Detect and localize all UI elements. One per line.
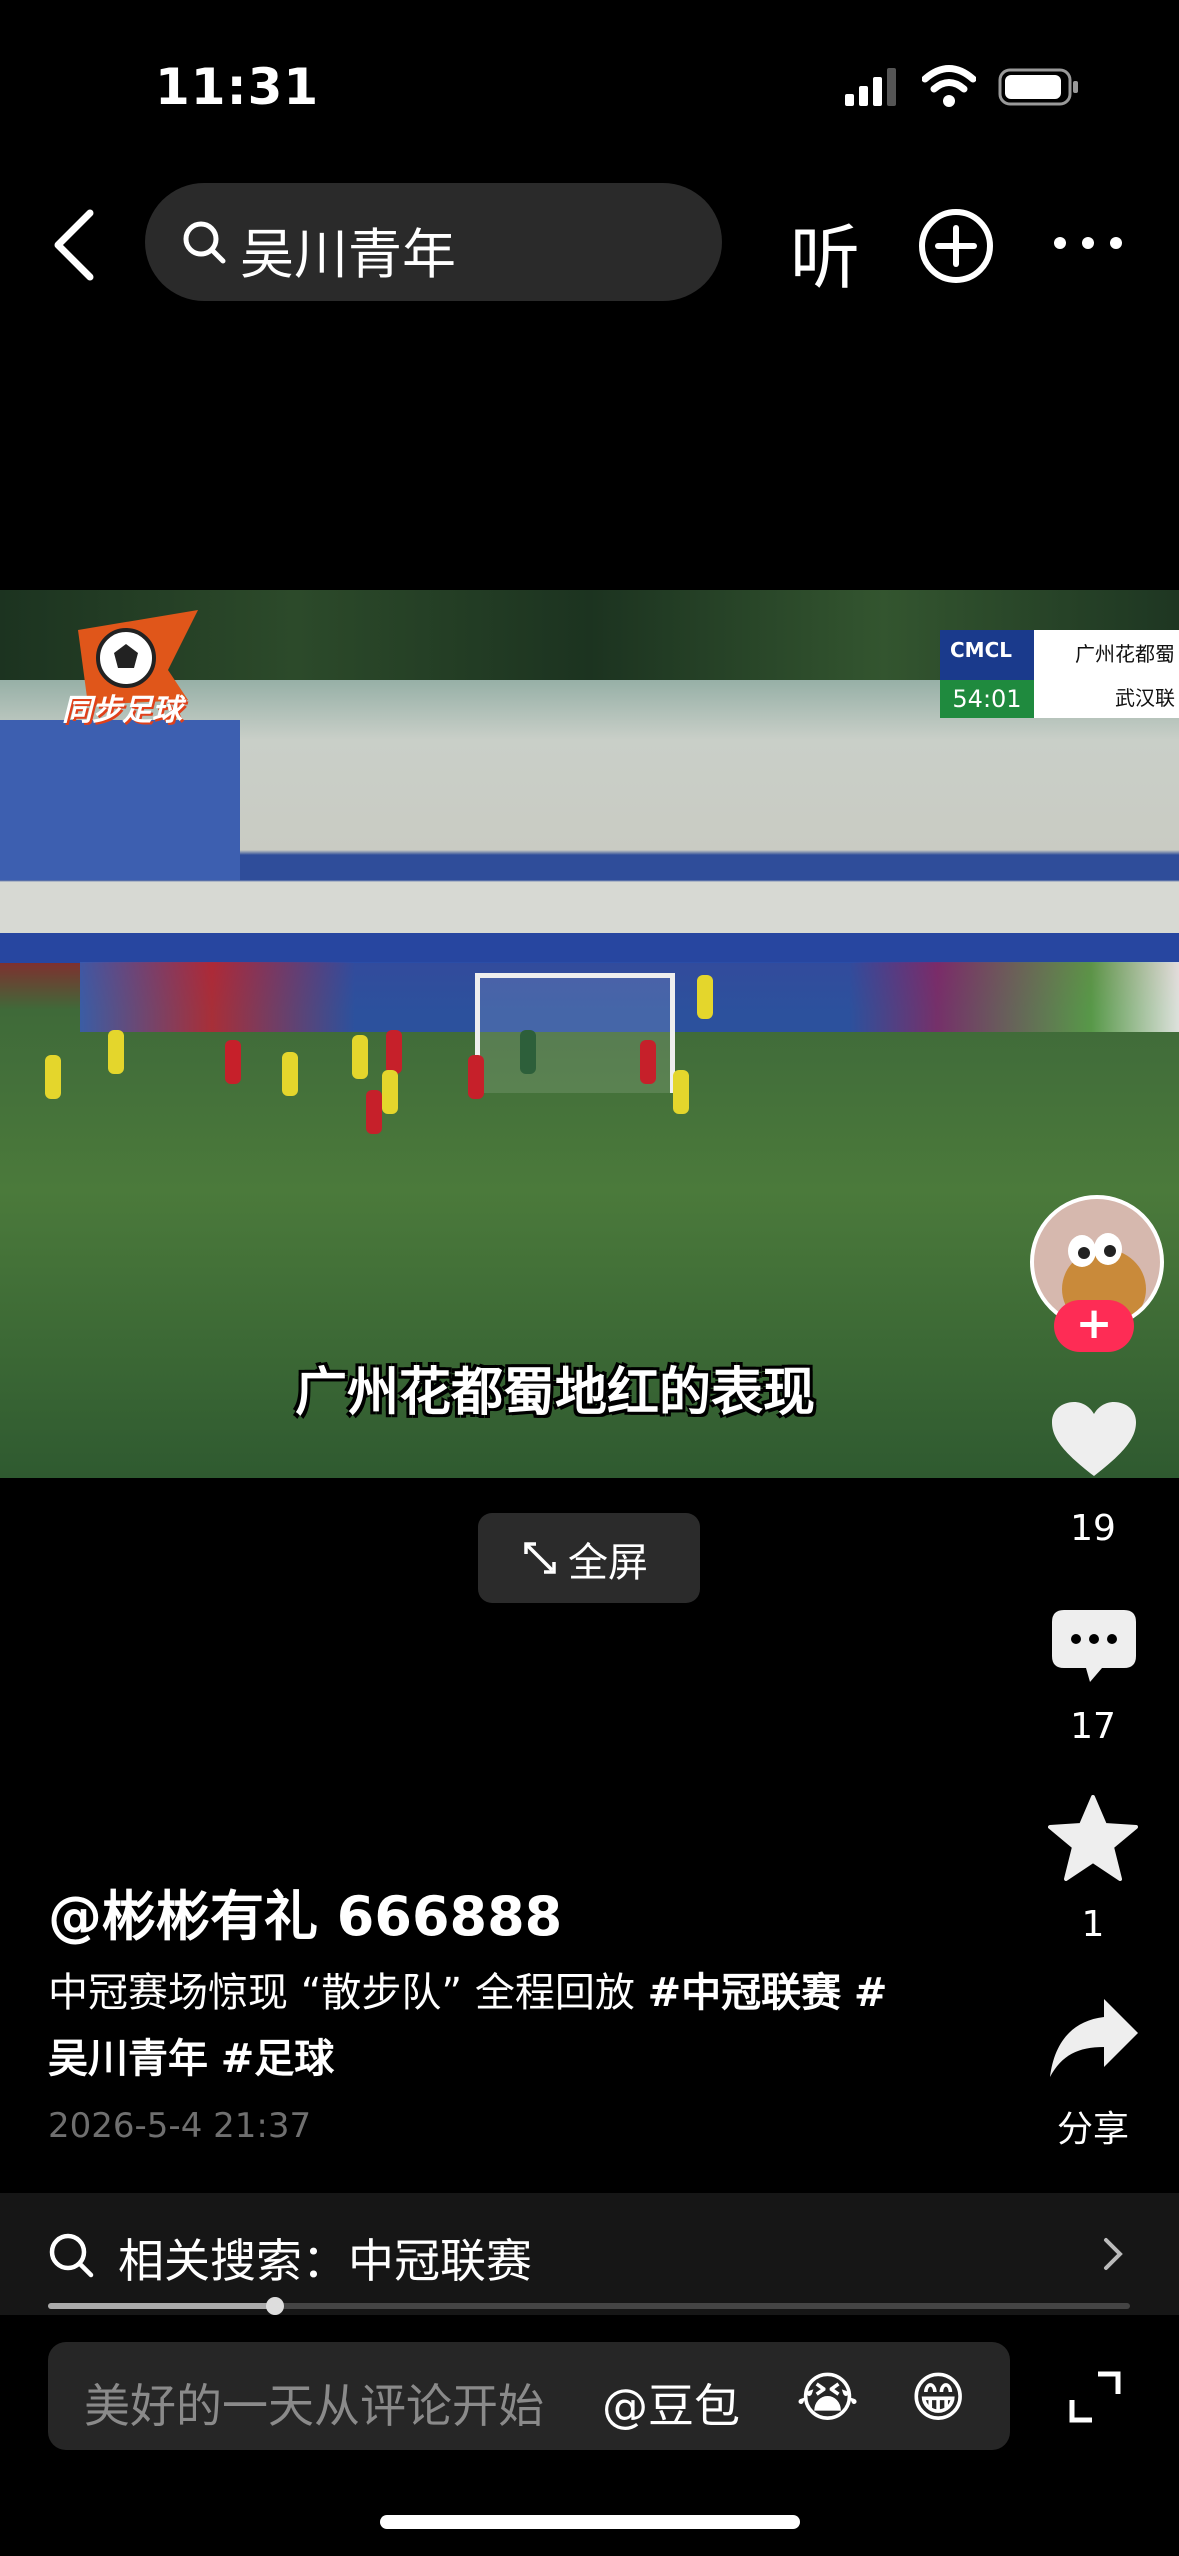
- plus-icon: +: [1075, 1298, 1113, 1349]
- comment-icon[interactable]: [1050, 1606, 1138, 1686]
- related-search-label[interactable]: 相关搜索：中冠联赛: [118, 2225, 532, 2291]
- scoreboard-team2: 武汉联: [1115, 686, 1175, 710]
- player: [697, 975, 713, 1019]
- post-date: 2026-5-4 21:37: [48, 2106, 312, 2146]
- author-name[interactable]: @彬彬有礼 666888: [48, 1872, 562, 1951]
- video-player[interactable]: 同步足球 CMCL 54:01 广州花都蜀 武汉联 广州花都蜀地红的表现: [0, 590, 1179, 1478]
- broadcaster-watermark: 同步足球: [62, 693, 182, 728]
- mention-button[interactable]: @豆包: [602, 2370, 740, 2436]
- player: [382, 1070, 398, 1114]
- caption-text: 中冠赛场惊现 “散步队” 全程回放: [48, 1970, 635, 2016]
- comment-count: 17: [1070, 1706, 1116, 1747]
- wifi-icon: [922, 65, 976, 107]
- scoreboard-team1: 广州花都蜀: [1075, 642, 1175, 666]
- player: [108, 1030, 124, 1074]
- player: [640, 1040, 656, 1084]
- like-count: 19: [1070, 1508, 1116, 1549]
- battery-icon: [998, 68, 1078, 106]
- scoreboard-clock: 54:01: [940, 680, 1034, 718]
- back-icon[interactable]: [50, 205, 100, 285]
- goalkeeper: [520, 1030, 536, 1074]
- search-query[interactable]: 吴川青年: [240, 210, 456, 289]
- hashtag[interactable]: #中冠联赛: [648, 1970, 842, 2016]
- more-icon[interactable]: [1052, 232, 1124, 254]
- player: [673, 1070, 689, 1114]
- player: [45, 1055, 61, 1099]
- player: [468, 1055, 484, 1099]
- expand-icon[interactable]: [1068, 2370, 1122, 2424]
- listen-button[interactable]: 听: [790, 202, 860, 303]
- crying-emoji-button[interactable]: 😭: [796, 2366, 859, 2429]
- fullscreen-icon: [524, 1542, 556, 1574]
- player: [225, 1040, 241, 1084]
- search-icon: [49, 2233, 94, 2278]
- player: [366, 1090, 382, 1134]
- grin-emoji-button[interactable]: 😁: [910, 2366, 966, 2429]
- share-icon[interactable]: [1048, 1995, 1140, 2081]
- comment-placeholder[interactable]: 美好的一天从评论开始: [84, 2370, 544, 2436]
- post-caption: 中冠赛场惊现 “散步队” 全程回放 #中冠联赛 # 吴川青年 #足球: [48, 1960, 988, 2092]
- star-icon[interactable]: [1048, 1795, 1138, 1881]
- share-label[interactable]: 分享: [1030, 2100, 1156, 2152]
- fullscreen-label[interactable]: 全屏: [568, 1530, 648, 1588]
- video-subtitle: 广州花都蜀地红的表现: [294, 1363, 815, 1423]
- search-icon: [183, 221, 226, 264]
- heart-icon[interactable]: [1050, 1400, 1138, 1480]
- video-progress-fill: [48, 2303, 276, 2309]
- player: [282, 1052, 298, 1096]
- status-time: 11:31: [155, 58, 320, 116]
- hashtag[interactable]: #足球: [221, 2036, 335, 2082]
- player: [386, 1030, 402, 1074]
- stadium-banner: [0, 933, 1179, 963]
- hashtag[interactable]: #: [854, 1970, 888, 2016]
- chevron-right-icon: [1104, 2238, 1123, 2270]
- home-indicator[interactable]: [380, 2515, 800, 2529]
- favorite-count: 1: [1081, 1904, 1105, 1945]
- add-circle-icon[interactable]: [918, 208, 994, 284]
- scoreboard-league: CMCL: [950, 638, 1013, 662]
- stands: [0, 720, 240, 880]
- hashtag[interactable]: 吴川青年: [48, 2036, 208, 2082]
- player: [352, 1035, 368, 1079]
- cellular-signal-icon: [845, 68, 896, 106]
